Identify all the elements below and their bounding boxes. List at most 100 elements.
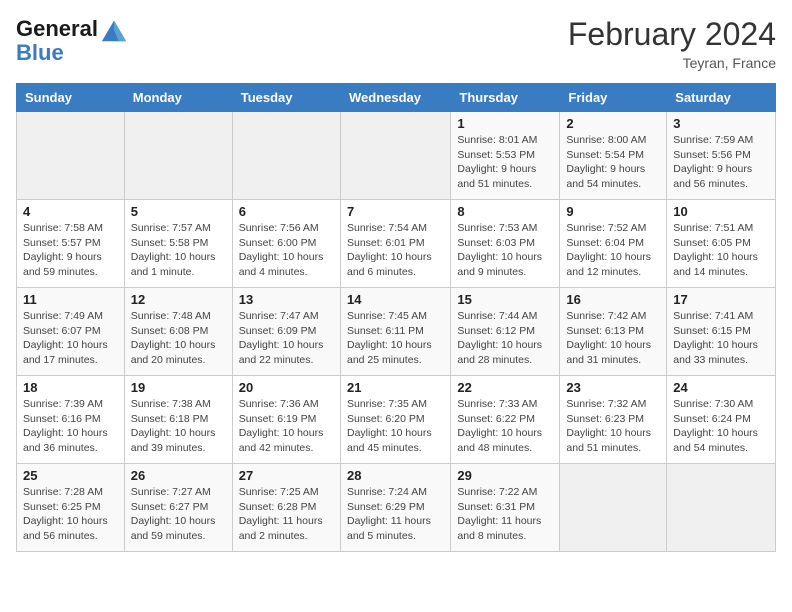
- day-number: 24: [673, 380, 769, 395]
- calendar-cell: 16Sunrise: 7:42 AM Sunset: 6:13 PM Dayli…: [560, 288, 667, 376]
- day-number: 5: [131, 204, 226, 219]
- calendar-header-cell: Thursday: [451, 84, 560, 112]
- day-info: Sunrise: 7:30 AM Sunset: 6:24 PM Dayligh…: [673, 397, 769, 456]
- day-number: 26: [131, 468, 226, 483]
- location: Teyran, France: [568, 55, 776, 71]
- calendar-cell: 7Sunrise: 7:54 AM Sunset: 6:01 PM Daylig…: [340, 200, 450, 288]
- calendar-cell: [17, 112, 125, 200]
- day-number: 13: [239, 292, 334, 307]
- day-number: 12: [131, 292, 226, 307]
- calendar-cell: 18 Sunrise: 7:39 AM Sunset: 6:16 PM Dayli…: [17, 376, 125, 464]
- day-number: 1: [457, 116, 553, 131]
- calendar-cell: [340, 112, 450, 200]
- day-info: Sunrise: 7:28 AM Sunset: 6:25 PM Dayligh…: [23, 485, 118, 544]
- calendar-header-cell: Friday: [560, 84, 667, 112]
- calendar-cell: [667, 464, 776, 552]
- day-number: 2: [566, 116, 660, 131]
- calendar-week-row: 4 Sunrise: 7:58 AM Sunset: 5:57 PM Daylig…: [17, 200, 776, 288]
- calendar-week-row: 1 Sunrise: 8:01 AM Sunset: 5:53 PM Daylig…: [17, 112, 776, 200]
- calendar-cell: 21 Sunrise: 7:35 AM Sunset: 6:20 PM Dayli…: [340, 376, 450, 464]
- calendar-cell: 27 Sunrise: 7:25 AM Sunset: 6:28 PM Dayli…: [232, 464, 340, 552]
- day-info: Sunrise: 7:27 AM Sunset: 6:27 PM Dayligh…: [131, 485, 226, 544]
- calendar-cell: 12 Sunrise: 7:48 AM Sunset: 6:08 PM Dayli…: [124, 288, 232, 376]
- calendar-cell: 20 Sunrise: 7:36 AM Sunset: 6:19 PM Dayli…: [232, 376, 340, 464]
- day-number: 17: [673, 292, 769, 307]
- calendar-cell: 24 Sunrise: 7:30 AM Sunset: 6:24 PM Dayli…: [667, 376, 776, 464]
- day-info: Sunrise: 7:48 AM Sunset: 6:08 PM Dayligh…: [131, 309, 226, 368]
- calendar-cell: 19 Sunrise: 7:38 AM Sunset: 6:18 PM Dayli…: [124, 376, 232, 464]
- calendar-body: 1 Sunrise: 8:01 AM Sunset: 5:53 PM Daylig…: [17, 112, 776, 552]
- day-info: Sunrise: 7:52 AM Sunset: 6:04 PM Dayligh…: [566, 221, 660, 280]
- day-info: Sunrise: 7:24 AM Sunset: 6:29 PM Dayligh…: [347, 485, 444, 544]
- calendar-cell: 6 Sunrise: 7:56 AM Sunset: 6:00 PM Daylig…: [232, 200, 340, 288]
- calendar-cell: 1 Sunrise: 8:01 AM Sunset: 5:53 PM Daylig…: [451, 112, 560, 200]
- day-info: Sunrise: 7:22 AM Sunset: 6:31 PM Dayligh…: [457, 485, 553, 544]
- day-info: Sunrise: 7:33 AM Sunset: 6:22 PM Dayligh…: [457, 397, 553, 456]
- day-info: Sunrise: 7:39 AM Sunset: 6:16 PM Dayligh…: [23, 397, 118, 456]
- day-number: 28: [347, 468, 444, 483]
- day-number: 23: [566, 380, 660, 395]
- calendar-cell: [560, 464, 667, 552]
- logo-icon: [100, 16, 128, 44]
- day-info: Sunrise: 7:49 AM Sunset: 6:07 PM Dayligh…: [23, 309, 118, 368]
- day-info: Sunrise: 7:56 AM Sunset: 6:00 PM Dayligh…: [239, 221, 334, 280]
- day-number: 9: [566, 204, 660, 219]
- calendar-week-row: 25Sunrise: 7:28 AM Sunset: 6:25 PM Dayli…: [17, 464, 776, 552]
- calendar-cell: 28 Sunrise: 7:24 AM Sunset: 6:29 PM Dayli…: [340, 464, 450, 552]
- day-number: 3: [673, 116, 769, 131]
- day-info: Sunrise: 7:57 AM Sunset: 5:58 PM Dayligh…: [131, 221, 226, 280]
- calendar-cell: 11Sunrise: 7:49 AM Sunset: 6:07 PM Dayli…: [17, 288, 125, 376]
- day-number: 14: [347, 292, 444, 307]
- calendar-header-cell: Monday: [124, 84, 232, 112]
- calendar-header-cell: Saturday: [667, 84, 776, 112]
- day-number: 21: [347, 380, 444, 395]
- day-info: Sunrise: 7:38 AM Sunset: 6:18 PM Dayligh…: [131, 397, 226, 456]
- calendar-header-cell: Tuesday: [232, 84, 340, 112]
- calendar-cell: 4 Sunrise: 7:58 AM Sunset: 5:57 PM Daylig…: [17, 200, 125, 288]
- day-number: 18: [23, 380, 118, 395]
- calendar-cell: 2 Sunrise: 8:00 AM Sunset: 5:54 PM Daylig…: [560, 112, 667, 200]
- day-info: Sunrise: 7:51 AM Sunset: 6:05 PM Dayligh…: [673, 221, 769, 280]
- calendar-cell: 25Sunrise: 7:28 AM Sunset: 6:25 PM Dayli…: [17, 464, 125, 552]
- title-block: February 2024 Teyran, France: [568, 16, 776, 71]
- calendar-cell: 3 Sunrise: 7:59 AM Sunset: 5:56 PM Daylig…: [667, 112, 776, 200]
- calendar-cell: [232, 112, 340, 200]
- day-number: 10: [673, 204, 769, 219]
- calendar-cell: 13 Sunrise: 7:47 AM Sunset: 6:09 PM Dayli…: [232, 288, 340, 376]
- calendar-cell: 9 Sunrise: 7:52 AM Sunset: 6:04 PM Daylig…: [560, 200, 667, 288]
- calendar-cell: 29Sunrise: 7:22 AM Sunset: 6:31 PM Dayli…: [451, 464, 560, 552]
- calendar-week-row: 11Sunrise: 7:49 AM Sunset: 6:07 PM Dayli…: [17, 288, 776, 376]
- day-number: 16: [566, 292, 660, 307]
- day-number: 27: [239, 468, 334, 483]
- day-number: 15: [457, 292, 553, 307]
- calendar-table: SundayMondayTuesdayWednesdayThursdayFrid…: [16, 83, 776, 552]
- day-number: 19: [131, 380, 226, 395]
- day-info: Sunrise: 7:25 AM Sunset: 6:28 PM Dayligh…: [239, 485, 334, 544]
- day-number: 4: [23, 204, 118, 219]
- day-info: Sunrise: 7:59 AM Sunset: 5:56 PM Dayligh…: [673, 133, 769, 192]
- calendar-cell: 22Sunrise: 7:33 AM Sunset: 6:22 PM Dayli…: [451, 376, 560, 464]
- day-info: Sunrise: 7:32 AM Sunset: 6:23 PM Dayligh…: [566, 397, 660, 456]
- day-info: Sunrise: 8:01 AM Sunset: 5:53 PM Dayligh…: [457, 133, 553, 192]
- day-number: 6: [239, 204, 334, 219]
- day-number: 20: [239, 380, 334, 395]
- day-info: Sunrise: 7:53 AM Sunset: 6:03 PM Dayligh…: [457, 221, 553, 280]
- calendar-cell: 17Sunrise: 7:41 AM Sunset: 6:15 PM Dayli…: [667, 288, 776, 376]
- day-number: 7: [347, 204, 444, 219]
- page-header: General Blue February 2024 Teyran, Franc…: [16, 16, 776, 71]
- day-info: Sunrise: 7:44 AM Sunset: 6:12 PM Dayligh…: [457, 309, 553, 368]
- calendar-cell: 8Sunrise: 7:53 AM Sunset: 6:03 PM Daylig…: [451, 200, 560, 288]
- calendar-cell: 23 Sunrise: 7:32 AM Sunset: 6:23 PM Dayli…: [560, 376, 667, 464]
- month-title: February 2024: [568, 16, 776, 53]
- calendar-cell: 26 Sunrise: 7:27 AM Sunset: 6:27 PM Dayli…: [124, 464, 232, 552]
- day-info: Sunrise: 7:45 AM Sunset: 6:11 PM Dayligh…: [347, 309, 444, 368]
- day-info: Sunrise: 7:35 AM Sunset: 6:20 PM Dayligh…: [347, 397, 444, 456]
- day-info: Sunrise: 8:00 AM Sunset: 5:54 PM Dayligh…: [566, 133, 660, 192]
- day-info: Sunrise: 7:58 AM Sunset: 5:57 PM Dayligh…: [23, 221, 118, 280]
- calendar-header-cell: Sunday: [17, 84, 125, 112]
- day-info: Sunrise: 7:47 AM Sunset: 6:09 PM Dayligh…: [239, 309, 334, 368]
- day-info: Sunrise: 7:36 AM Sunset: 6:19 PM Dayligh…: [239, 397, 334, 456]
- calendar-cell: [124, 112, 232, 200]
- calendar-cell: 14 Sunrise: 7:45 AM Sunset: 6:11 PM Dayli…: [340, 288, 450, 376]
- logo: General Blue: [16, 16, 128, 66]
